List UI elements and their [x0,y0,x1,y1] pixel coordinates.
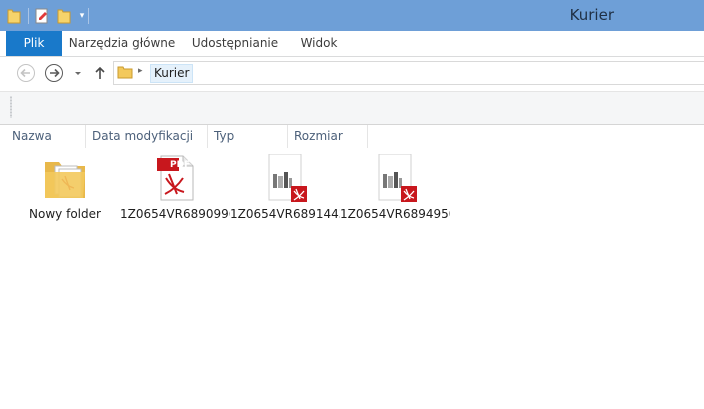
command-strip [0,91,704,125]
pdf-thumbnail-icon [261,153,309,202]
toolbar-separator [88,8,89,24]
recent-locations-chevron-icon[interactable] [72,63,84,83]
pdf-badge: PDF [170,160,191,170]
breadcrumb-item[interactable]: Kurier [150,64,194,83]
title-bar: ▾ Kurier [0,0,704,31]
file-name: 1Z0654VR6894950... [340,207,450,221]
window-title: Kurier [569,6,614,24]
file-name: 1Z0654VR6891443... [230,207,340,221]
new-folder-icon[interactable] [55,7,73,25]
ribbon-tabs: Plik Narzędzia główne Udostępnianie Wido… [0,31,704,57]
column-header-size[interactable]: Rozmiar [288,125,368,148]
file-name: 1Z0654VR6890996... [120,207,230,221]
list-item[interactable]: Nowy folder [10,152,120,222]
grip-handle[interactable] [10,96,12,118]
tab-file[interactable]: Plik [6,31,62,56]
list-item[interactable]: PDF 1Z0654VR6890996... [120,152,230,222]
pdf-thumbnail-icon [371,153,419,202]
column-header-name[interactable]: Nazwa [6,125,86,148]
back-button[interactable] [16,63,36,83]
column-header-type[interactable]: Typ [208,125,288,148]
file-name: Nowy folder [29,207,101,221]
list-item[interactable]: 1Z0654VR6894950... [340,152,450,222]
tab-share[interactable]: Udostępnianie [188,31,282,56]
address-field[interactable] [113,61,704,85]
folder-icon [41,154,89,202]
tab-view[interactable]: Widok [294,31,344,56]
folder-icon[interactable] [5,7,23,25]
quick-access-toolbar: ▾ [5,6,93,26]
breadcrumb-separator-icon[interactable]: ▸ [138,66,143,76]
list-item[interactable]: 1Z0654VR6891443... [230,152,340,222]
forward-button[interactable] [44,63,64,83]
folder-icon [117,64,133,80]
up-arrow-button[interactable] [92,63,108,83]
customize-toolbar-dropdown[interactable]: ▾ [77,7,87,25]
properties-icon[interactable] [33,7,51,25]
column-headers: Nazwa Data modyfikacji Typ Rozmiar [0,125,704,148]
column-header-date-modified[interactable]: Data modyfikacji [86,125,208,148]
toolbar-separator [28,8,29,24]
tab-home[interactable]: Narzędzia główne [68,31,176,56]
